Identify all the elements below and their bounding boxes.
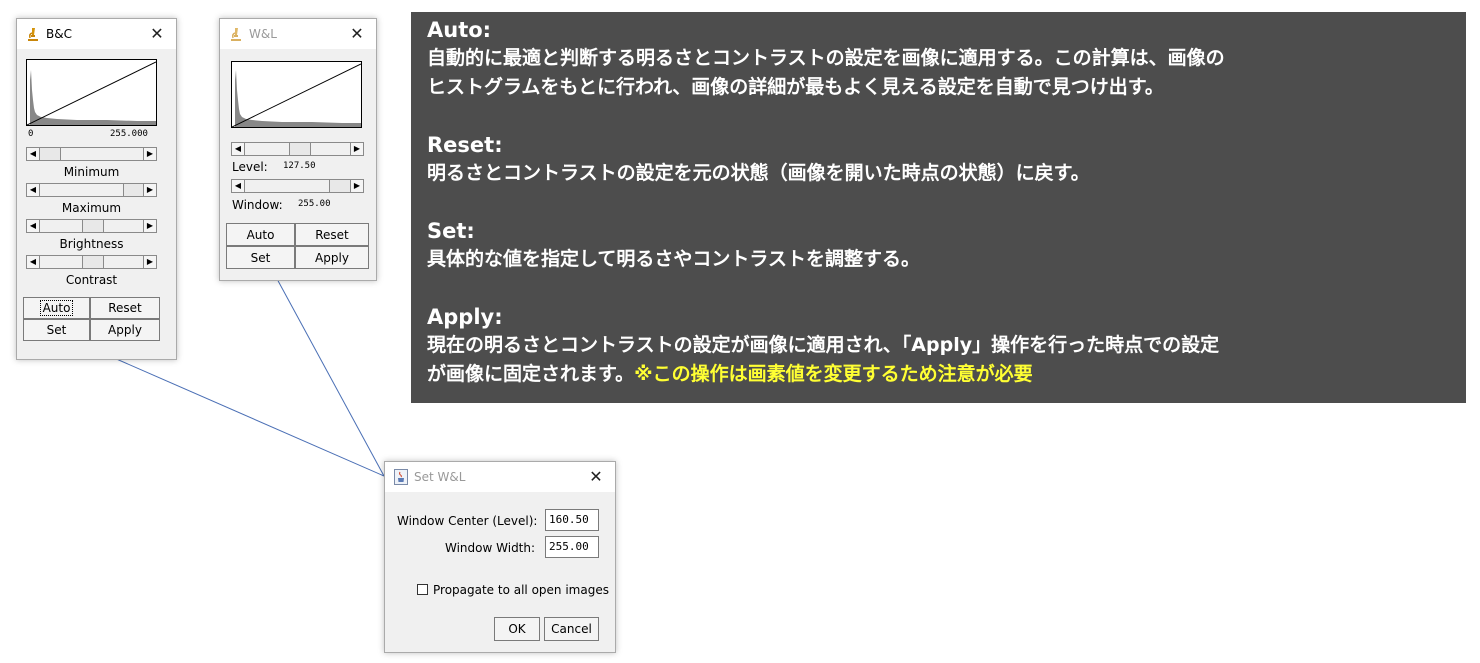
slider-right-arrow-icon[interactable]: ▶ — [350, 143, 363, 155]
slider-thumb[interactable] — [289, 143, 311, 155]
microscope-icon — [26, 26, 40, 42]
auto-title: Auto: — [427, 18, 492, 42]
bc-title: B&C — [46, 27, 72, 41]
microscope-icon — [229, 26, 243, 42]
close-icon[interactable]: ✕ — [146, 23, 168, 45]
slider-left-arrow-icon[interactable]: ◀ — [27, 256, 40, 268]
bc-window: B&C ✕ 0 255.000 ◀ ▶ Minimum ◀ ▶ Maximum … — [16, 18, 177, 360]
set-wl-titlebar[interactable]: Set W&L ✕ — [385, 462, 615, 492]
apply-warning: ※この操作は画素値を変更するため注意が必要 — [634, 363, 1033, 385]
apply-title: Apply: — [427, 305, 503, 329]
wl-auto-button[interactable]: Auto — [226, 223, 295, 246]
wl-title: W&L — [249, 27, 277, 41]
slider-thumb[interactable] — [329, 180, 351, 192]
close-icon[interactable]: ✕ — [585, 466, 607, 488]
bc-apply-label: Apply — [108, 323, 142, 337]
wl-window: W&L ✕ ◀ ▶ Level: 127.50 ◀ ▶ Window: 255.… — [219, 18, 377, 281]
java-cup-icon — [394, 469, 408, 485]
level-value: 127.50 — [283, 161, 316, 171]
slider-thumb[interactable] — [39, 148, 61, 160]
slider-left-arrow-icon[interactable]: ◀ — [27, 220, 40, 232]
wl-set-button[interactable]: Set — [226, 246, 295, 269]
slider-thumb[interactable] — [82, 220, 104, 232]
slider-right-arrow-icon[interactable]: ▶ — [350, 180, 363, 192]
propagate-label[interactable]: Propagate to all open images — [433, 583, 609, 597]
ok-button[interactable]: OK — [494, 617, 540, 641]
window-center-label: Window Center (Level): — [397, 514, 538, 528]
ok-label: OK — [508, 622, 526, 636]
bc-reset-button[interactable]: Reset — [90, 297, 160, 319]
set-wl-dialog: Set W&L ✕ Window Center (Level): 160.50 … — [384, 461, 616, 653]
slider-right-arrow-icon[interactable]: ▶ — [143, 148, 156, 160]
slider-left-arrow-icon[interactable]: ◀ — [27, 184, 40, 196]
connector-line-bc — [72, 339, 385, 477]
cancel-button[interactable]: Cancel — [544, 617, 599, 641]
cancel-label: Cancel — [551, 622, 592, 636]
bc-hist-min: 0 — [28, 129, 34, 139]
maximum-slider[interactable]: ◀ ▶ — [26, 183, 157, 197]
window-value: 255.00 — [298, 199, 331, 209]
minimum-label: Minimum — [63, 165, 120, 179]
slider-right-arrow-icon[interactable]: ▶ — [143, 220, 156, 232]
slider-right-arrow-icon[interactable]: ▶ — [143, 256, 156, 268]
maximum-label: Maximum — [61, 201, 122, 215]
bc-auto-button[interactable]: Auto — [23, 297, 90, 319]
bc-titlebar[interactable]: B&C ✕ — [17, 19, 176, 49]
annotation-panel: Auto: 自動的に最適と判断する明るさとコントラストの設定を画像に適用する。こ… — [411, 12, 1466, 403]
wl-auto-label: Auto — [246, 227, 275, 242]
slider-right-arrow-icon[interactable]: ▶ — [143, 184, 156, 196]
connector-line-wl — [269, 265, 385, 477]
bc-set-button[interactable]: Set — [23, 319, 90, 341]
bc-reset-label: Reset — [108, 301, 142, 315]
level-slider[interactable]: ◀ ▶ — [231, 142, 364, 156]
window-width-label: Window Width: — [445, 541, 536, 555]
close-icon[interactable]: ✕ — [346, 23, 368, 45]
brightness-slider[interactable]: ◀ ▶ — [26, 219, 157, 233]
reset-desc-line1: 明るさとコントラストの設定を元の状態（画像を開いた時点の状態）に戻す。 — [427, 162, 1090, 184]
bc-auto-label: Auto — [39, 300, 74, 316]
slider-left-arrow-icon[interactable]: ◀ — [232, 143, 245, 155]
bc-hist-max: 255.000 — [110, 129, 148, 139]
reset-title: Reset: — [427, 133, 503, 157]
slider-thumb[interactable] — [123, 184, 145, 196]
window-label: Window: — [232, 198, 283, 212]
set-title: Set: — [427, 219, 475, 243]
bc-set-label: Set — [46, 323, 67, 337]
propagate-checkbox[interactable] — [417, 584, 428, 595]
brightness-label: Brightness — [59, 237, 124, 251]
wl-apply-button[interactable]: Apply — [295, 246, 369, 269]
wl-set-label: Set — [250, 250, 271, 265]
window-slider[interactable]: ◀ ▶ — [231, 179, 364, 193]
slider-left-arrow-icon[interactable]: ◀ — [232, 180, 245, 192]
minimum-slider[interactable]: ◀ ▶ — [26, 147, 157, 161]
contrast-slider[interactable]: ◀ ▶ — [26, 255, 157, 269]
window-center-input[interactable]: 160.50 — [545, 509, 599, 531]
level-label: Level: — [232, 160, 268, 174]
contrast-label: Contrast — [65, 273, 118, 287]
apply-desc-line2-wrap: が画像に固定されます。※この操作は画素値を変更するため注意が必要 — [427, 360, 1450, 389]
set-wl-title: Set W&L — [414, 470, 466, 484]
wl-reset-label: Reset — [315, 227, 349, 242]
apply-desc-line1: 現在の明るさとコントラストの設定が画像に適用され、「Apply」操作を行った時点… — [427, 334, 1220, 356]
wl-titlebar[interactable]: W&L ✕ — [220, 19, 376, 49]
wl-reset-button[interactable]: Reset — [295, 223, 369, 246]
auto-desc-line2: ヒストグラムをもとに行われ、画像の詳細が最もよく見える設定を自動で見つけ出す。 — [427, 76, 1164, 98]
auto-desc-line1: 自動的に最適と判断する明るさとコントラストの設定を画像に適用する。この計算は、画… — [427, 47, 1225, 69]
window-width-input[interactable]: 255.00 — [545, 536, 599, 558]
apply-desc-line2: が画像に固定されます。 — [427, 363, 635, 385]
bc-apply-button[interactable]: Apply — [90, 319, 160, 341]
wl-histogram — [231, 61, 362, 128]
slider-thumb[interactable] — [82, 256, 104, 268]
bc-histogram — [26, 59, 157, 126]
set-desc-line1: 具体的な値を指定して明るさやコントラストを調整する。 — [427, 248, 921, 270]
wl-apply-label: Apply — [315, 250, 349, 265]
